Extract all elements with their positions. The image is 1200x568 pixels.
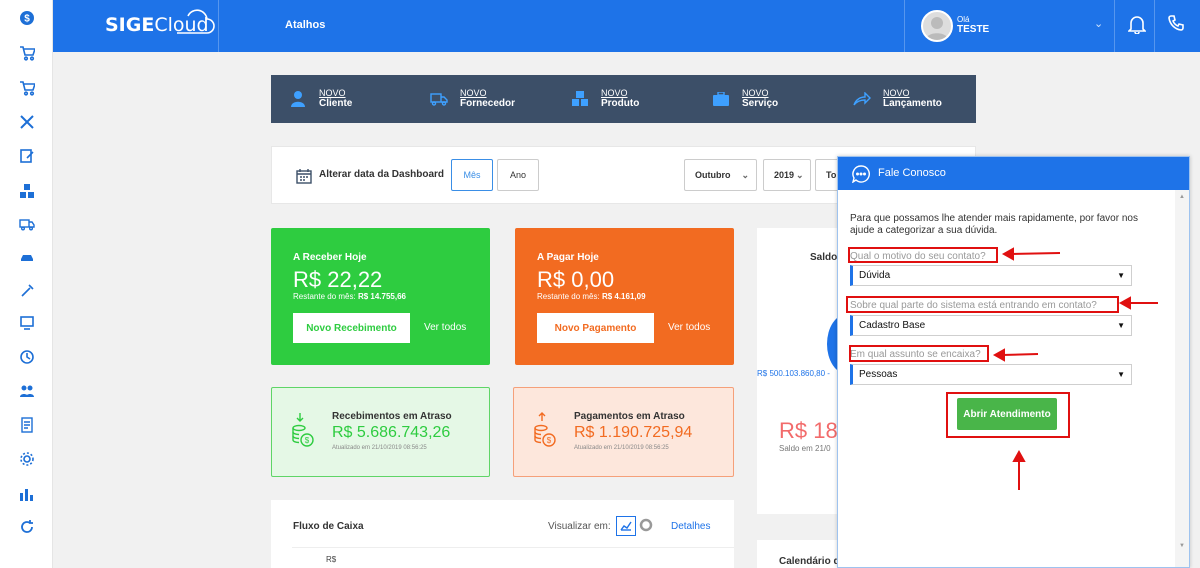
novo-cliente-button[interactable]: NOVO Cliente <box>271 75 412 123</box>
novo-pagamento-button[interactable]: Novo Pagamento <box>537 313 654 343</box>
boxes-icon[interactable] <box>17 181 37 201</box>
detalhes-link[interactable]: Detalhes <box>671 521 710 532</box>
chevron-down-icon: ⌄ <box>741 169 749 180</box>
phone-icon[interactable] <box>1168 14 1186 35</box>
tools-icon[interactable] <box>17 112 37 132</box>
a-receber-card: A Receber Hoje R$ 22,22 Restante do mês:… <box>271 228 490 365</box>
donut-toggle-icon[interactable] <box>639 518 653 535</box>
scroll-down-icon: ▼ <box>1179 543 1185 549</box>
fluxo-title: Fluxo de Caixa <box>293 521 364 532</box>
svg-text:$: $ <box>547 436 552 445</box>
clock-icon[interactable] <box>17 347 37 367</box>
svg-text:$: $ <box>305 436 310 445</box>
monitor-icon[interactable] <box>17 313 37 333</box>
top-bar: SIGECloud Atalhos Olá TESTE ⌄ <box>53 0 1200 52</box>
cart-in-icon[interactable] <box>17 43 37 63</box>
scroll-up-icon: ▲ <box>1179 194 1185 200</box>
coins-up-icon: $ <box>534 412 556 451</box>
gear-icon[interactable] <box>17 449 37 469</box>
month-select[interactable]: Outubro ⌄ <box>684 159 757 191</box>
card-title: A Receber Hoje <box>293 252 367 263</box>
boxes-icon <box>571 90 589 108</box>
refresh-icon[interactable] <box>17 517 37 537</box>
saldo-subtitle: Saldo em 21/0 <box>779 444 831 453</box>
user-menu[interactable]: Olá TESTE <box>957 15 989 35</box>
truck-icon <box>430 90 448 108</box>
novo-lancamento-button[interactable]: NOVO Lançamento <box>835 75 976 123</box>
ver-todos-link[interactable]: Ver todos <box>424 322 466 333</box>
recebimentos-atraso-card[interactable]: $ Recebimentos em Atraso R$ 5.686.743,26… <box>271 387 490 477</box>
chevron-down-icon[interactable]: ⌄ <box>1094 17 1103 30</box>
card-title: A Pagar Hoje <box>537 252 599 263</box>
a-pagar-card: A Pagar Hoje R$ 0,00 Restante do mês: R$… <box>515 228 734 365</box>
sidebar: $ <box>0 0 53 568</box>
year-select[interactable]: 2019 ⌄ <box>763 159 811 191</box>
document-icon[interactable] <box>17 415 37 435</box>
users-icon[interactable] <box>17 381 37 401</box>
avatar[interactable] <box>921 10 953 42</box>
chevron-down-icon: ⌄ <box>796 169 804 180</box>
calendar-icon <box>296 168 312 187</box>
calendario-title: Calendário d <box>779 556 837 567</box>
card-value: R$ 1.190.725,94 <box>574 424 693 441</box>
svg-text:$: $ <box>24 14 30 25</box>
updated-timestamp: Atualizado em 21/10/2019 08:56:25 <box>332 445 427 451</box>
ano-button[interactable]: Ano <box>497 159 539 191</box>
bell-icon[interactable] <box>1127 14 1147 37</box>
visualizar-label: Visualizar em: <box>548 521 611 532</box>
saldo-legend: R$ 500.103.860,80 - <box>757 369 830 378</box>
shortcuts-bar: NOVO Cliente NOVO Fornecedor NOVO Produto N… <box>271 75 976 123</box>
card-title: Recebimentos em Atraso <box>332 411 452 422</box>
card-value: R$ 5.686.743,26 <box>332 424 451 441</box>
novo-produto-button[interactable]: NOVO Produto <box>553 75 694 123</box>
novo-recebimento-button[interactable]: Novo Recebimento <box>293 313 410 343</box>
ver-todos-link[interactable]: Ver todos <box>668 322 710 333</box>
edit-icon[interactable] <box>17 146 37 166</box>
bar-chart-icon[interactable] <box>17 484 37 504</box>
novo-fornecedor-button[interactable]: NOVO Fornecedor <box>412 75 553 123</box>
fluxo-caixa-card: Fluxo de Caixa Visualizar em: Detalhes R… <box>271 500 734 568</box>
saldo-card: Saldo R$ 500.103.860,80 - R$ 18 Saldo em… <box>757 228 837 514</box>
card-subtitle: Restante do mês: R$ 14.755,66 <box>293 292 406 301</box>
pagamentos-atraso-card[interactable]: $ Pagamentos em Atraso R$ 1.190.725,94 A… <box>513 387 734 477</box>
date-bar-label: Alterar data da Dashboard <box>319 169 445 180</box>
atalhos-link[interactable]: Atalhos <box>285 19 325 31</box>
briefcase-icon <box>712 90 730 108</box>
mes-button[interactable]: Mês <box>451 159 493 191</box>
car-icon[interactable] <box>17 247 37 267</box>
fale-conosco-widget: Fale Conosco Para que possamos lhe atend… <box>837 156 1190 568</box>
person-icon <box>289 90 307 108</box>
saldo-title: Saldo <box>810 252 837 263</box>
card-subtitle: Restante do mês: R$ 4.161,09 <box>537 292 646 301</box>
truck-icon[interactable] <box>17 214 37 234</box>
line-chart-toggle-icon[interactable] <box>616 516 636 536</box>
chat-scrollbar[interactable]: ▲ ▼ <box>1175 190 1189 567</box>
calendario-card: Calendário d <box>757 540 837 568</box>
novo-servico-button[interactable]: NOVO Serviço <box>694 75 835 123</box>
axis-label: R$ <box>326 555 337 564</box>
saldo-value: R$ 18 <box>779 418 837 443</box>
cart-out-icon[interactable] <box>17 78 37 98</box>
saldo-pie <box>827 314 837 374</box>
sigecloud-logo[interactable]: SIGECloud <box>105 9 215 36</box>
annotation-arrows <box>992 247 1158 490</box>
card-value: R$ 0,00 <box>537 267 615 292</box>
dollar-icon[interactable]: $ <box>17 8 37 28</box>
card-title: Pagamentos em Atraso <box>574 411 685 422</box>
coins-down-icon: $ <box>292 412 314 451</box>
wrench-icon[interactable] <box>17 281 37 301</box>
card-value: R$ 22,22 <box>293 267 383 292</box>
updated-timestamp: Atualizado em 21/10/2019 08:56:25 <box>574 445 669 451</box>
share-icon <box>853 90 871 108</box>
